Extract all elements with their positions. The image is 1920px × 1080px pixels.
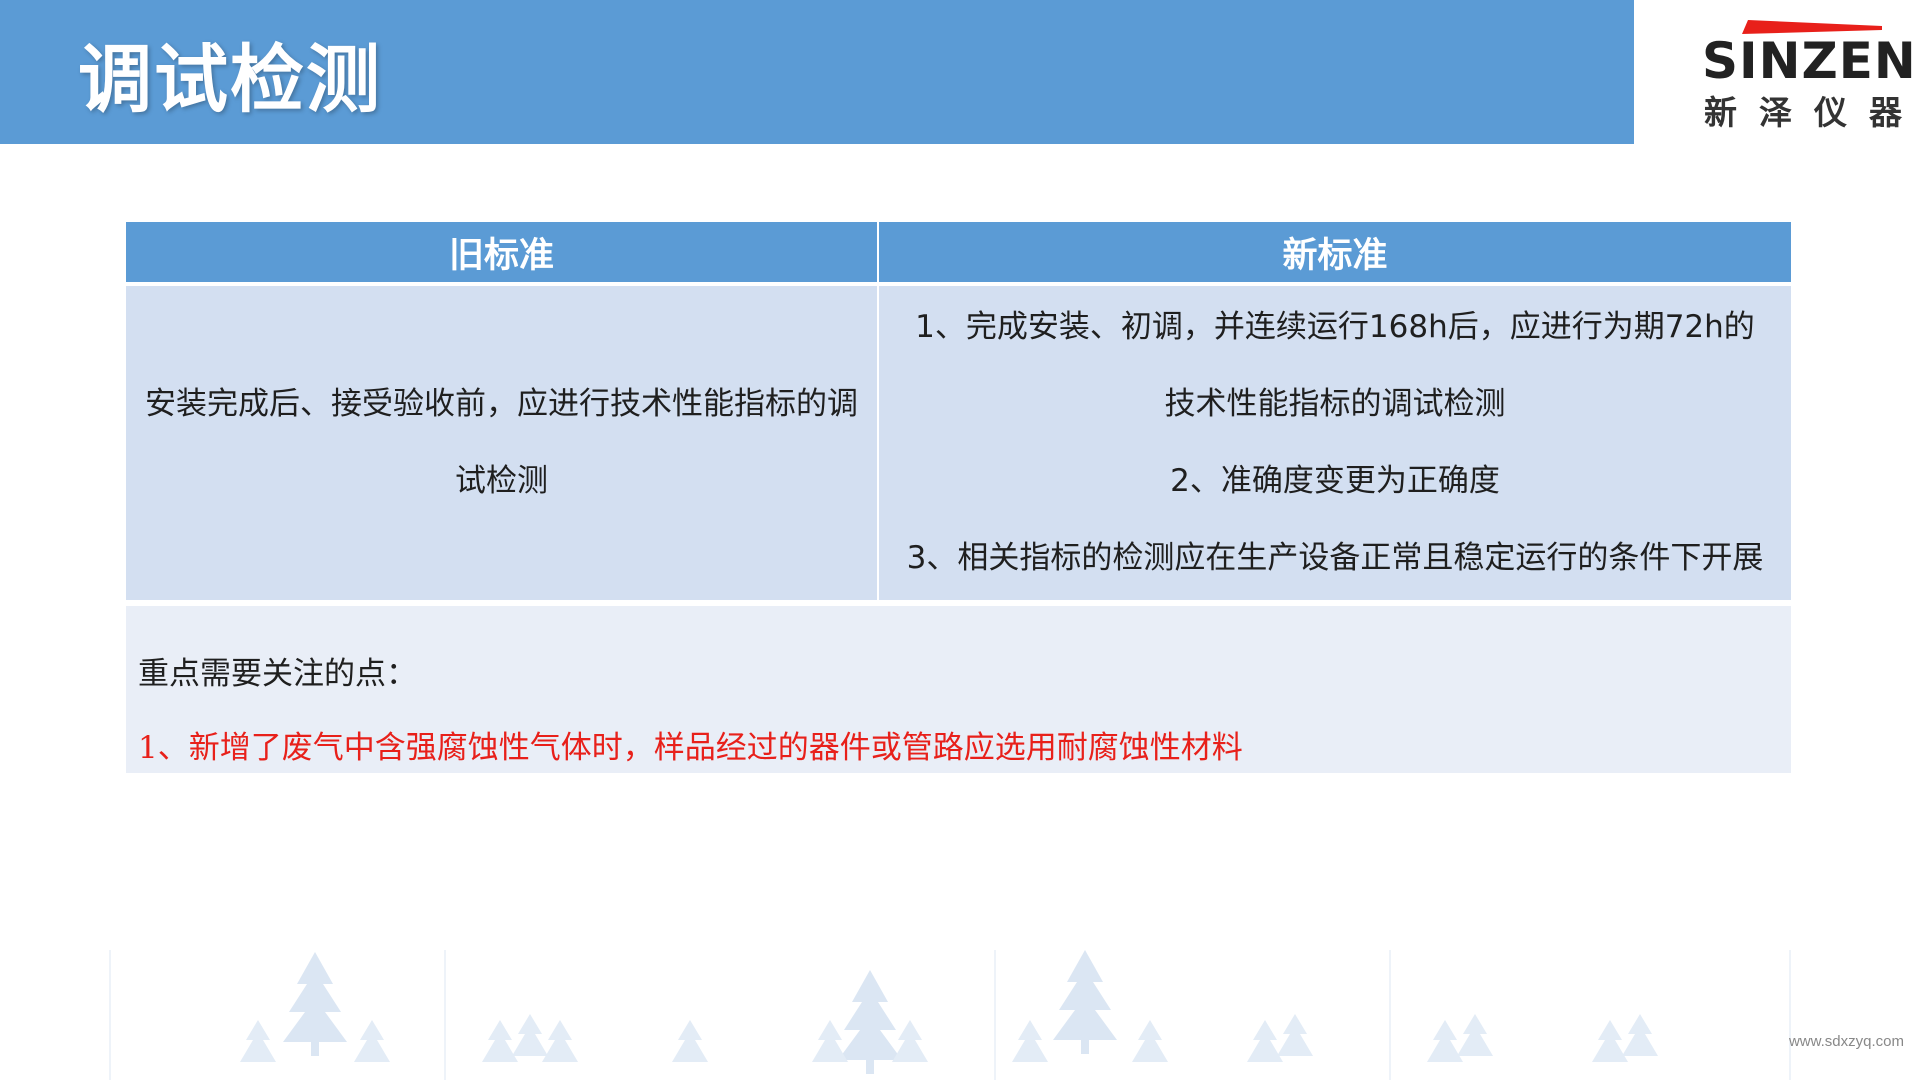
footer-url: www.sdxzyq.com: [1788, 1033, 1904, 1050]
new-standard-item: 技术性能指标的调试检测: [1164, 386, 1506, 422]
new-standard-item: 2、准确度变更为正确度: [1170, 463, 1500, 499]
table-header-row: 旧标准 新标准: [126, 222, 1791, 286]
header-bar: 调试检测: [0, 0, 1634, 144]
new-standard-cell: 1、完成安装、初调，并连续运行168h后，应进行为期72h的 技术性能指标的调试…: [878, 284, 1791, 600]
key-point-item: 1、新增了废气中含强腐蚀性气体时，样品经过的器件或管路应选用耐腐蚀性材料: [138, 730, 1243, 766]
key-points-box: 重点需要关注的点： 1、新增了废气中含强腐蚀性气体时，样品经过的器件或管路应选用…: [126, 606, 1791, 773]
old-standard-cell: 安装完成后、接受验收前，应进行技术性能指标的调试检测: [126, 284, 879, 600]
header-new-standard: 新标准: [878, 222, 1791, 286]
header-old-standard: 旧标准: [126, 222, 879, 286]
decorative-tree-pattern: [109, 950, 1791, 1080]
standards-comparison-table: 旧标准 新标准 安装完成后、接受验收前，应进行技术性能指标的调试检测 1、完成安…: [126, 222, 1791, 600]
page-title: 调试检测: [78, 37, 382, 123]
old-standard-text: 安装完成后、接受验收前，应进行技术性能指标的调试检测: [145, 386, 858, 499]
logo-subtitle: 新泽仪器: [1704, 93, 1920, 132]
new-standard-item: 3、相关指标的检测应在生产设备正常且稳定运行的条件下开展: [906, 540, 1764, 576]
company-logo: SINZEN 新泽仪器: [1690, 18, 1916, 148]
logo-name: SINZEN: [1702, 32, 1917, 90]
key-points-heading: 重点需要关注的点：: [138, 656, 417, 692]
slide: 调试检测 SINZEN 新泽仪器 旧标准 新标准 安装完成后、接受验收前，应进行…: [0, 0, 1920, 1080]
new-standard-item: 1、完成安装、初调，并连续运行168h后，应进行为期72h的: [915, 309, 1755, 345]
table-row: 安装完成后、接受验收前，应进行技术性能指标的调试检测 1、完成安装、初调，并连续…: [126, 284, 1791, 600]
